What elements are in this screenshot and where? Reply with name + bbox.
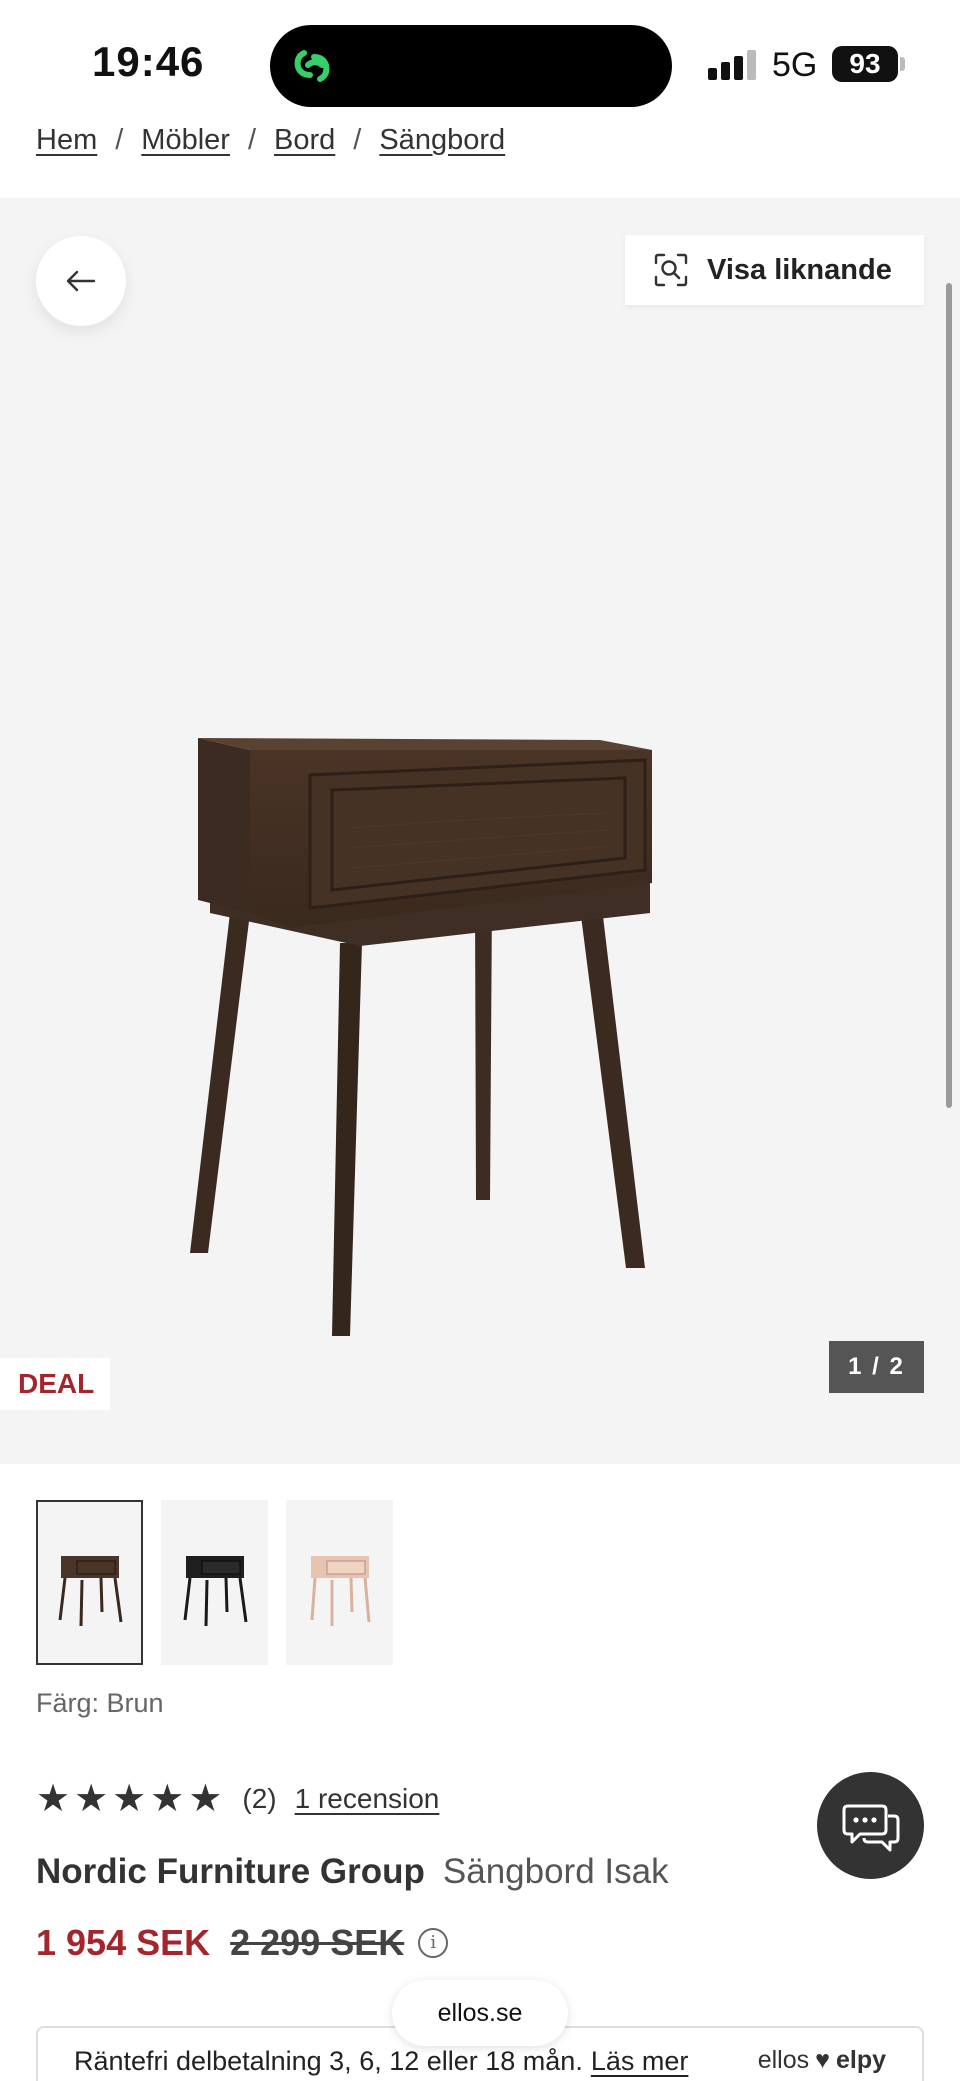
thumbnail-image [310, 1555, 370, 1626]
network-label: 5G [772, 46, 818, 84]
thumbnail-image [183, 1555, 247, 1626]
product-name: Sängbord Isak [442, 1852, 669, 1891]
breadcrumb-separator: / [115, 124, 124, 156]
read-more-link[interactable]: Läs mer [591, 2046, 689, 2077]
visual-search-icon [653, 252, 689, 288]
elpy-logo-text: elpy [835, 2046, 886, 2074]
rating-count: (2) [242, 1783, 277, 1814]
image-counter: 1 / 2 [829, 1341, 924, 1393]
thumbnail-image [58, 1555, 122, 1626]
product-image-gallery[interactable]: Visa liknande DEAL 1 / 2 [0, 198, 960, 1464]
thumbnail-brown[interactable] [36, 1500, 143, 1665]
signal-icon [708, 50, 758, 80]
status-time: 19:46 [92, 38, 205, 85]
heart-icon: ♥ [815, 2046, 830, 2074]
breadcrumb-home[interactable]: Hem [36, 124, 97, 157]
financing-text: Räntefri delbetalning 3, 6, 12 eller 18 … [74, 2045, 583, 2076]
back-button[interactable] [36, 236, 126, 326]
breadcrumb-separator: / [353, 124, 362, 156]
breadcrumb-tables[interactable]: Bord [274, 124, 335, 157]
link-app-icon [294, 50, 330, 82]
breadcrumb-furniture[interactable]: Möbler [141, 124, 230, 157]
star-icon: ★ [36, 1778, 71, 1820]
battery-icon: 93 [832, 46, 898, 82]
brand-name[interactable]: Nordic Furniture Group [36, 1852, 425, 1892]
show-similar-button[interactable]: Visa liknande [625, 235, 924, 305]
star-icon: ★ [188, 1778, 223, 1820]
dynamic-island [270, 25, 672, 107]
battery-tip [900, 57, 905, 71]
arrow-left-icon [66, 270, 96, 292]
product-title: Nordic Furniture Group Sängbord Isak [36, 1852, 669, 1892]
breadcrumb-separator: / [247, 124, 257, 156]
reviews-link[interactable]: 1 recension [295, 1783, 440, 1815]
original-price: 2 299 SEK [230, 1922, 405, 1963]
scrollbar[interactable] [946, 283, 952, 1108]
thumbnail-strip [36, 1500, 393, 1665]
chat-icon [842, 1804, 899, 1851]
status-bar: 19:46 5G 93 [0, 0, 960, 118]
star-icon: ★ [112, 1778, 147, 1820]
price-row: 1 954 SEK 2 299 SEK i [36, 1922, 449, 1964]
star-icon: ★ [74, 1778, 109, 1820]
deal-badge: DEAL [0, 1358, 110, 1410]
thumbnail-black[interactable] [161, 1500, 268, 1665]
product-image [190, 738, 652, 1336]
ellos-logo-text: ellos [757, 2046, 810, 2074]
site-url-pill[interactable]: ellos.se [392, 1980, 568, 2046]
ellos-elpy-logo: ellos ♥ elpy [758, 2046, 886, 2075]
show-similar-label: Visa liknande [707, 253, 892, 286]
rating-row: ★ ★ ★ ★ ★ (2) 1 recension [36, 1780, 439, 1818]
thumbnail-pink[interactable] [286, 1500, 393, 1665]
chat-button[interactable] [817, 1772, 924, 1879]
breadcrumb: Hem / Möbler / Bord / Sängbord [36, 124, 505, 157]
info-icon[interactable]: i [418, 1928, 449, 1958]
star-icon: ★ [150, 1778, 185, 1820]
current-price: 1 954 SEK [36, 1922, 211, 1963]
rating-stars: ★ ★ ★ ★ ★ [36, 1780, 222, 1818]
color-label: Färg: Brun [36, 1688, 164, 1718]
breadcrumb-bedside-tables[interactable]: Sängbord [379, 124, 505, 157]
